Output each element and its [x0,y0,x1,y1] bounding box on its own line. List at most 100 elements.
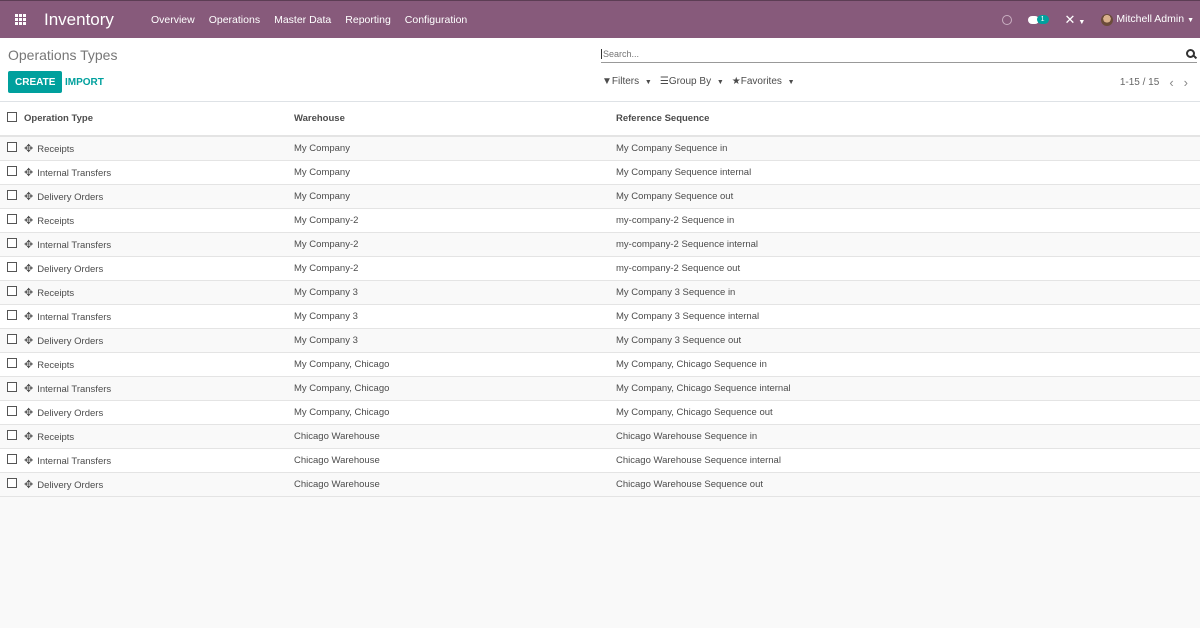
drag-handle-icon[interactable]: ✥ [24,431,33,443]
operation-types-table: Operation Type Warehouse Reference Seque… [0,102,1200,497]
create-button[interactable]: CREATE [8,71,63,93]
row-checkbox[interactable] [7,261,17,272]
row-checkbox[interactable] [7,477,17,488]
table-row[interactable]: ✥ Receipts My Company, Chicago My Company, … [0,352,1200,377]
drag-handle-icon[interactable]: ✥ [24,311,33,323]
row-checkbox[interactable] [7,453,17,464]
table-row[interactable]: ✥ Delivery Orders My Company, Chicago My Co… [0,400,1200,425]
drag-handle-icon[interactable]: ✥ [24,479,33,491]
row-checkbox[interactable] [7,285,17,296]
drag-handle-icon[interactable]: ✥ [24,455,33,467]
cell-warehouse: My Company, Chicago [294,352,616,377]
drag-handle-icon[interactable]: ✥ [24,215,33,227]
row-checkbox[interactable] [7,237,17,248]
cell-warehouse: My Company-2 [294,232,616,257]
row-checkbox[interactable] [7,165,17,176]
menu-overview[interactable]: Overview [144,14,202,26]
tools-icon: ✕ [1064,11,1076,27]
cell-reference-sequence: my-company-2 Sequence internal [616,232,1200,257]
cell-warehouse: Chicago Warehouse [294,472,616,497]
row-checkbox[interactable] [7,333,17,344]
drag-handle-icon[interactable]: ✥ [24,263,33,275]
select-all-checkbox[interactable] [7,112,17,122]
debug-tools-button[interactable]: ✕ ▼ [1065,12,1086,28]
menu-operations[interactable]: Operations [202,14,267,26]
cell-warehouse: My Company 3 [294,328,616,353]
menu-reporting[interactable]: Reporting [338,14,398,26]
cell-operation-type: Internal Transfers [37,455,112,467]
caret-down-icon: ▼ [644,79,652,86]
cell-operation-type: Delivery Orders [37,479,104,491]
menu-configuration[interactable]: Configuration [398,14,474,26]
table-row[interactable]: ✥ Receipts My Company 3 My Company 3 Sequen… [0,280,1200,305]
groupby-label: Group By [668,76,712,87]
drag-handle-icon[interactable]: ✥ [24,239,33,251]
caret-down-icon: ▼ [1078,18,1086,26]
search-icon[interactable] [1186,49,1195,58]
avatar [1101,13,1114,26]
cell-warehouse: My Company [294,160,616,185]
table-row[interactable]: ✥ Receipts My Company-2 my-company-2 Sequen… [0,208,1200,233]
pager-previous-icon[interactable]: ‹ [1169,75,1173,90]
menu-master-data[interactable]: Master Data [267,14,338,26]
table-row[interactable]: ✥ Delivery Orders My Company My Company Seq… [0,184,1200,209]
table-row[interactable]: ✥ Delivery Orders My Company 3 My Company 3… [0,328,1200,353]
main-menu: Overview Operations Master Data Reportin… [144,14,474,26]
import-button[interactable]: IMPORT [58,71,111,93]
user-menu[interactable]: Mitchell Admin ▼ [1101,13,1194,26]
cell-reference-sequence: My Company 3 Sequence in [616,280,1200,305]
activity-clock-icon[interactable] [1001,14,1012,25]
table-row[interactable]: ✥ Internal Transfers My Company-2 my-compan… [0,232,1200,257]
header-warehouse[interactable]: Warehouse [294,102,616,137]
favorites-label: Favorites [740,76,782,87]
drag-handle-icon[interactable]: ✥ [24,143,33,155]
table-row[interactable]: ✥ Internal Transfers My Company, Chicago My… [0,376,1200,401]
table-row[interactable]: ✥ Delivery Orders Chicago Warehouse Chicago… [0,472,1200,497]
table-row[interactable]: ✥ Receipts Chicago Warehouse Chicago Wareho… [0,424,1200,449]
table-row[interactable]: ✥ Delivery Orders My Company-2 my-company-2… [0,256,1200,281]
row-checkbox[interactable] [7,381,17,392]
table-row[interactable]: ✥ Receipts My Company My Company Sequence i… [0,136,1200,161]
cell-reference-sequence: My Company, Chicago Sequence internal [616,376,1200,401]
apps-menu-icon[interactable] [6,14,34,25]
row-checkbox[interactable] [7,429,17,440]
cell-warehouse: My Company 3 [294,304,616,329]
search-input[interactable] [601,48,1186,59]
groupby-dropdown[interactable]: ☰Group By ▼ [660,76,724,87]
caret-down-icon: ▼ [1187,17,1194,25]
table-row[interactable]: ✥ Internal Transfers My Company My Company … [0,160,1200,185]
drag-handle-icon[interactable]: ✥ [24,191,33,203]
row-checkbox[interactable] [7,357,17,368]
table-row[interactable]: ✥ Internal Transfers My Company 3 My Compan… [0,304,1200,329]
cell-reference-sequence: My Company 3 Sequence internal [616,304,1200,329]
table-row[interactable]: ✥ Internal Transfers Chicago Warehouse Chic… [0,448,1200,473]
row-checkbox[interactable] [7,141,17,152]
filters-label: Filters [611,76,640,87]
drag-handle-icon[interactable]: ✥ [24,359,33,371]
drag-handle-icon[interactable]: ✥ [24,287,33,299]
header-operation-type[interactable]: Operation Type [24,102,294,137]
caret-down-icon: ▼ [716,79,724,86]
cell-reference-sequence: my-company-2 Sequence in [616,208,1200,233]
favorites-dropdown[interactable]: ★Favorites ▼ [732,76,795,87]
search-bar [601,45,1197,63]
row-checkbox[interactable] [7,405,17,416]
pager: 1-15 / 15 ‹ › [1120,75,1188,90]
row-checkbox[interactable] [7,213,17,224]
cell-reference-sequence: my-company-2 Sequence out [616,256,1200,281]
app-name: Inventory [44,9,114,29]
row-checkbox[interactable] [7,309,17,320]
messaging-button[interactable]: 1 [1027,15,1049,24]
pager-value[interactable]: 1-15 / 15 [1120,77,1159,88]
cell-reference-sequence: My Company, Chicago Sequence out [616,400,1200,425]
drag-handle-icon[interactable]: ✥ [24,407,33,419]
filters-dropdown[interactable]: ▼Filters ▼ [602,76,652,87]
pager-next-icon[interactable]: › [1184,75,1188,90]
header-reference-sequence[interactable]: Reference Sequence [616,102,1200,137]
cell-operation-type: Delivery Orders [37,191,104,203]
row-checkbox[interactable] [7,189,17,200]
drag-handle-icon[interactable]: ✥ [24,335,33,347]
drag-handle-icon[interactable]: ✥ [24,383,33,395]
cell-operation-type: Internal Transfers [37,239,112,251]
drag-handle-icon[interactable]: ✥ [24,167,33,179]
